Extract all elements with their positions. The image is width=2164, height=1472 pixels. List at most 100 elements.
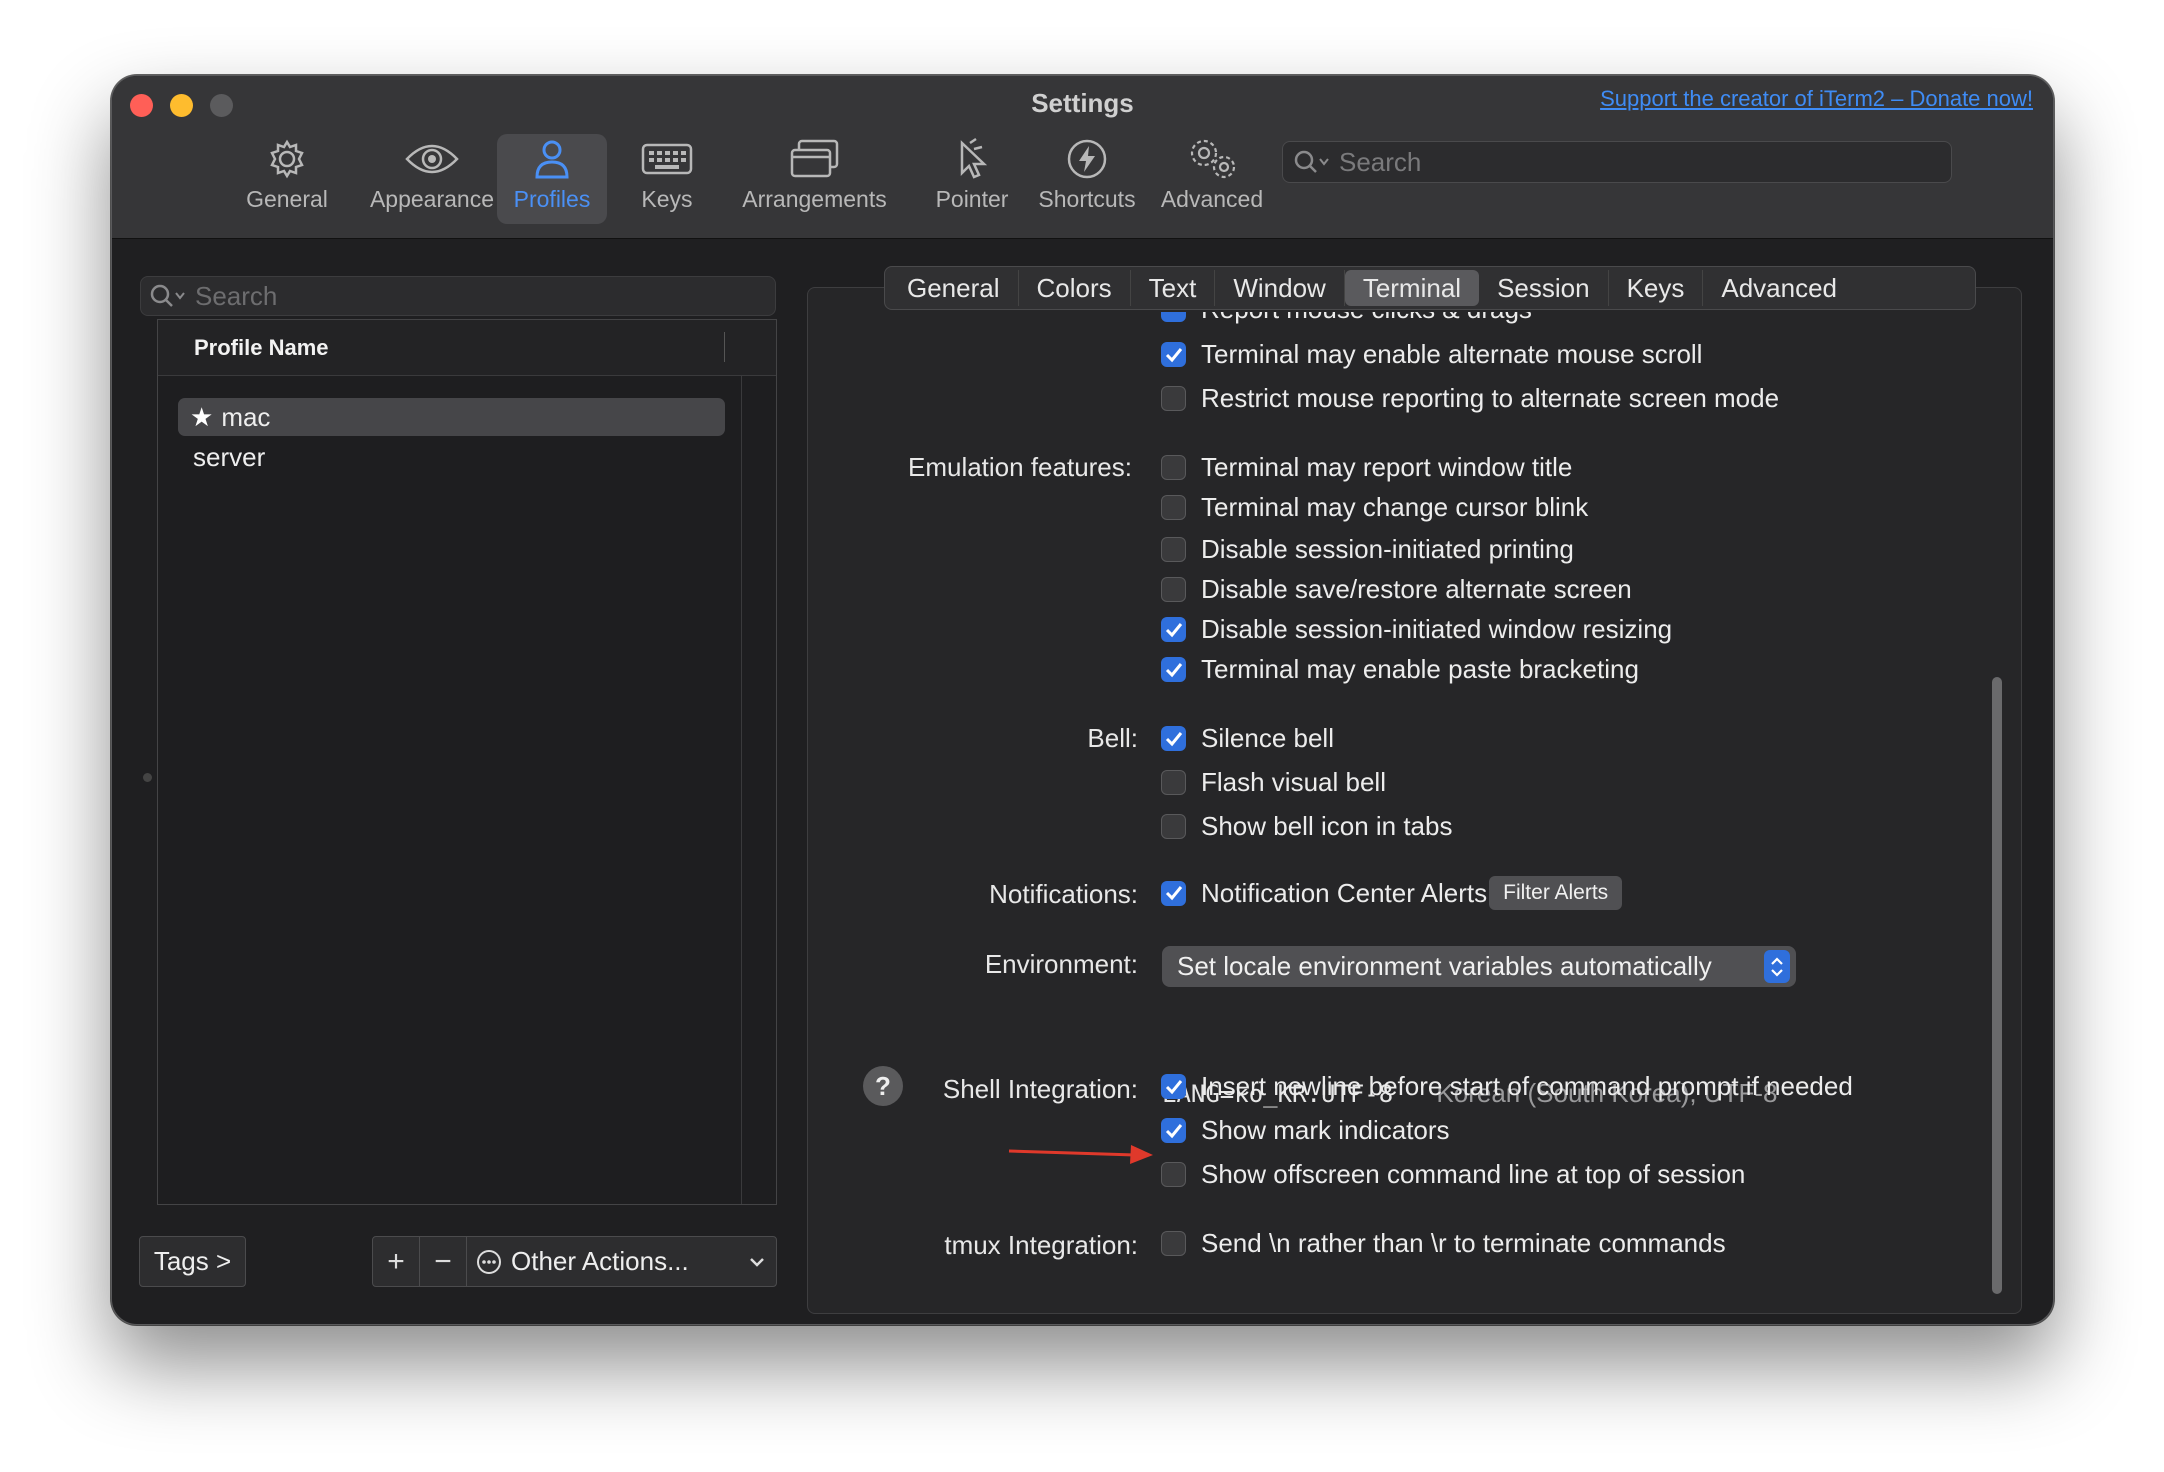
checkbox-checked[interactable]	[1161, 880, 1186, 906]
emulation-features-label: Emulation features:	[907, 452, 1132, 482]
tab-colors[interactable]: Colors	[1019, 270, 1131, 306]
checkbox-row-disable-printing[interactable]: Disable session-initiated printing	[1161, 534, 1574, 565]
checkbox-row-restrict-mouse[interactable]: Restrict mouse reporting to alternate sc…	[1161, 383, 1779, 414]
tab-text[interactable]: Text	[1131, 270, 1216, 306]
tags-button[interactable]: Tags >	[139, 1236, 246, 1287]
checkbox-label: Terminal may enable paste bracketing	[1201, 654, 1639, 684]
tab-session[interactable]: Session	[1479, 270, 1609, 306]
checkbox[interactable]	[1161, 312, 1186, 322]
checkbox-unchecked[interactable]	[1161, 455, 1186, 480]
donate-link[interactable]: Support the creator of iTerm2 – Donate n…	[1600, 86, 2033, 112]
checkbox-row-disable-save-restore[interactable]: Disable save/restore alternate screen	[1161, 574, 1632, 605]
checkbox-unchecked[interactable]	[1161, 1162, 1186, 1187]
checkbox-unchecked[interactable]	[1161, 537, 1186, 562]
checkbox-label: Flash visual bell	[1201, 767, 1386, 797]
checkbox-checked[interactable]	[1161, 1118, 1186, 1143]
checkbox-label: Disable save/restore alternate screen	[1201, 574, 1632, 604]
toolbar-label: Keys	[641, 186, 693, 212]
filter-alerts-button[interactable]: Filter Alerts	[1489, 876, 1623, 910]
checkbox-row-report-mouse[interactable]: Report mouse clicks & drags	[1161, 312, 1532, 324]
help-button[interactable]: ?	[863, 1066, 903, 1106]
toolbar-keys[interactable]: Keys	[622, 134, 712, 224]
checkmark-icon	[1165, 886, 1182, 901]
tab-general[interactable]: General	[889, 270, 1019, 306]
checkbox-unchecked[interactable]	[1161, 814, 1186, 839]
search-placeholder: Search	[195, 280, 278, 311]
checkbox-row-mark-indicators[interactable]: Show mark indicators	[1161, 1115, 1450, 1146]
toolbar-arrangements[interactable]: Arrangements	[727, 134, 902, 224]
chevron-down-icon	[750, 1257, 764, 1267]
checkbox-unchecked[interactable]	[1161, 770, 1186, 795]
star-icon: ★	[190, 401, 214, 432]
toolbar-general[interactable]: General	[237, 134, 337, 224]
checkbox-unchecked[interactable]	[1161, 495, 1186, 520]
checkbox-label: Report mouse clicks & drags	[1201, 312, 1532, 324]
checkbox-row-report-window-title[interactable]: Terminal may report window title	[1161, 452, 1572, 483]
settings-scrollbar[interactable]	[1992, 677, 2002, 1294]
checkbox-row-tmux-newline[interactable]: Send \n rather than \r to terminate comm…	[1161, 1228, 1726, 1259]
other-actions-menu[interactable]: Other Actions...	[467, 1246, 776, 1277]
toolbar-appearance[interactable]: Appearance	[352, 134, 512, 224]
tab-advanced[interactable]: Advanced	[1703, 270, 1855, 306]
checkbox-row-paste-bracketing[interactable]: Terminal may enable paste bracketing	[1161, 654, 1639, 685]
profile-search-input[interactable]: Search	[140, 276, 776, 316]
settings-window: Settings Support the creator of iTerm2 –…	[111, 75, 2054, 1325]
person-icon	[497, 134, 607, 184]
checkbox-row-insert-newline[interactable]: Insert newline before start of command p…	[1161, 1071, 1853, 1102]
titlebar: Settings Support the creator of iTerm2 –…	[112, 76, 2053, 239]
profile-row-server[interactable]: server	[178, 438, 740, 476]
checkbox-row-notification-center[interactable]: Notification Center Alerts Filter Alerts	[1161, 876, 1623, 910]
checkbox-label: Show mark indicators	[1201, 1115, 1450, 1145]
split-view-handle[interactable]	[143, 773, 152, 782]
toolbar-label: Appearance	[369, 186, 495, 212]
other-actions-label: Other Actions...	[511, 1246, 689, 1276]
gear-icon	[237, 134, 337, 184]
checkbox-label: Notification Center Alerts	[1201, 877, 1488, 908]
checkbox-checked[interactable]	[1161, 726, 1186, 751]
checkbox-label: Terminal may enable alternate mouse scro…	[1201, 339, 1703, 369]
ellipsis-circle-icon	[477, 1249, 501, 1274]
checkbox-checked[interactable]	[1161, 1074, 1186, 1099]
bolt-icon	[1012, 134, 1162, 184]
search-icon	[150, 284, 185, 307]
checkmark-icon	[1165, 347, 1182, 362]
checkbox-row-alt-mouse-scroll[interactable]: Terminal may enable alternate mouse scro…	[1161, 339, 1702, 370]
remove-profile-button[interactable]: −	[420, 1237, 467, 1286]
checkbox-unchecked[interactable]	[1161, 577, 1186, 602]
tab-terminal[interactable]: Terminal	[1344, 270, 1480, 306]
toolbar-label: General	[246, 186, 328, 212]
checkbox-checked[interactable]	[1161, 342, 1186, 367]
checkbox-row-offscreen-command-line[interactable]: Show offscreen command line at top of se…	[1161, 1159, 1745, 1190]
checkbox-row-disable-window-resizing[interactable]: Disable session-initiated window resizin…	[1161, 614, 1672, 645]
tab-window[interactable]: Window	[1215, 270, 1345, 306]
toolbar-label: Shortcuts	[1038, 186, 1136, 212]
checkbox-row-flash-visual-bell[interactable]: Flash visual bell	[1161, 767, 1386, 798]
checkbox-checked[interactable]	[1161, 617, 1186, 642]
checkbox-label: Show offscreen command line at top of se…	[1201, 1159, 1746, 1189]
checkbox-unchecked[interactable]	[1161, 386, 1186, 411]
search-placeholder: Search	[1339, 146, 1422, 177]
profile-table-header[interactable]: Profile Name	[158, 320, 776, 376]
checkbox-label: Show bell icon in tabs	[1201, 811, 1453, 841]
profile-table-separator	[741, 376, 742, 1204]
settings-search-input[interactable]: Search	[1282, 141, 1952, 183]
environment-select[interactable]: Set locale environment variables automat…	[1162, 946, 1796, 987]
checkbox-row-cursor-blink[interactable]: Terminal may change cursor blink	[1161, 492, 1588, 523]
profile-row-mac[interactable]: ★ mac	[178, 398, 725, 436]
checkbox-row-silence-bell[interactable]: Silence bell	[1161, 723, 1334, 754]
toolbar-advanced[interactable]: Advanced	[1142, 134, 1282, 224]
add-profile-button[interactable]: +	[373, 1237, 420, 1286]
checkmark-icon	[1165, 1123, 1182, 1138]
checkbox-checked[interactable]	[1161, 657, 1186, 682]
toolbar-profiles[interactable]: Profiles	[497, 134, 607, 224]
keyboard-icon	[622, 134, 712, 184]
checkbox-unchecked[interactable]	[1161, 1231, 1186, 1256]
profile-name: mac	[221, 401, 271, 432]
checkbox-label: Restrict mouse reporting to alternate sc…	[1201, 383, 1780, 413]
toolbar-shortcuts[interactable]: Shortcuts	[1012, 134, 1162, 224]
checkbox-label: Send \n rather than \r to terminate comm…	[1201, 1228, 1726, 1258]
tab-keys[interactable]: Keys	[1609, 270, 1704, 306]
checkbox-label: Terminal may report window title	[1201, 452, 1573, 482]
clipped-row: Report mouse clicks & drags	[1161, 312, 1661, 324]
checkbox-row-bell-icon-tabs[interactable]: Show bell icon in tabs	[1161, 811, 1452, 842]
